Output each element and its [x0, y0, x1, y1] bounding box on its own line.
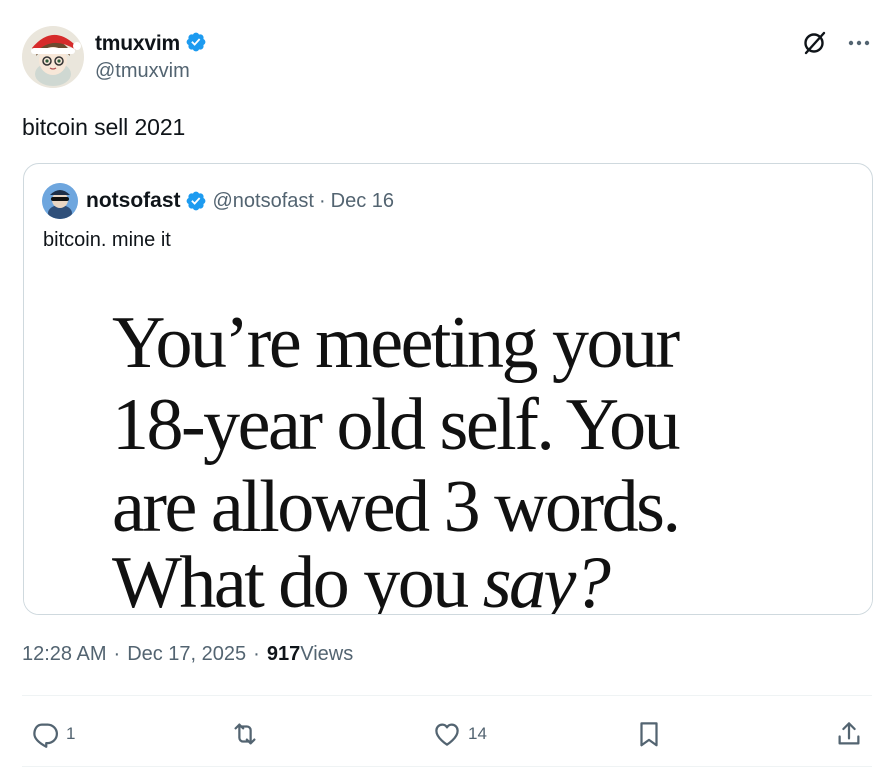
image-text-line-main: What do you [112, 542, 483, 615]
bookmark-button[interactable] [634, 712, 664, 756]
quoted-tweet-text: bitcoin. mine it [43, 229, 171, 251]
author-info[interactable]: tmuxvim @tmuxvim [95, 31, 207, 83]
separator-dot: · [253, 643, 260, 665]
quoted-author-avatar[interactable] [42, 183, 78, 219]
quoted-author-display-name[interactable]: notsofast [86, 189, 181, 213]
tweet-time[interactable]: 12:28 AM [22, 643, 107, 666]
like-icon [435, 723, 459, 746]
quoted-tweet[interactable]: notsofast @notsofast · Dec 16 bitcoin. m… [23, 163, 873, 615]
reply-button[interactable]: 1 [30, 712, 75, 756]
separator-dot: · [318, 189, 326, 212]
tweet-actions: 1 14 [22, 712, 874, 756]
tweet-meta: 12:28 AM · Dec 17, 2025 · 917 Views [22, 643, 353, 666]
verified-badge-icon [185, 31, 207, 58]
verified-badge-icon [185, 190, 207, 212]
image-text-line: 18-year old self. You [112, 384, 681, 466]
divider [22, 695, 872, 696]
bookmark-icon [640, 722, 658, 747]
share-button[interactable] [834, 712, 864, 756]
image-text-line: What do you say? [112, 546, 611, 614]
views-label: Views [300, 643, 354, 665]
author-display-name[interactable]: tmuxvim [95, 32, 180, 56]
image-text-line: are allowed 3 words. [112, 466, 681, 548]
repost-icon [234, 723, 256, 745]
quoted-tweet-date[interactable]: Dec 16 [331, 190, 394, 213]
reply-icon [33, 723, 58, 748]
tweet-date[interactable]: Dec 17, 2025 [127, 643, 246, 666]
divider [22, 766, 872, 767]
reply-count: 1 [66, 724, 76, 743]
image-text-line: You’re meeting your [112, 302, 680, 384]
author-handle[interactable]: @tmuxvim [95, 60, 207, 83]
views-count: 917 [266, 643, 301, 665]
tweet-header: tmuxvim @tmuxvim [22, 26, 874, 90]
quoted-tweet-image[interactable]: You’re meeting your 18-year old self. Yo… [24, 270, 872, 614]
author-avatar[interactable] [22, 26, 84, 88]
more-icon[interactable] [846, 32, 872, 54]
tweet-text: bitcoin sell 2021 [22, 114, 186, 140]
repost-button[interactable] [230, 712, 266, 756]
like-count: 14 [468, 724, 487, 743]
quoted-author-handle[interactable]: @notsofast [213, 190, 314, 213]
quoted-tweet-header: notsofast @notsofast · Dec 16 [42, 182, 394, 220]
like-button[interactable]: 14 [432, 712, 487, 756]
share-icon [838, 722, 860, 745]
image-text-line-italic: say? [482, 542, 611, 615]
separator-dot: · [113, 643, 121, 665]
grok-icon[interactable] [802, 30, 828, 56]
